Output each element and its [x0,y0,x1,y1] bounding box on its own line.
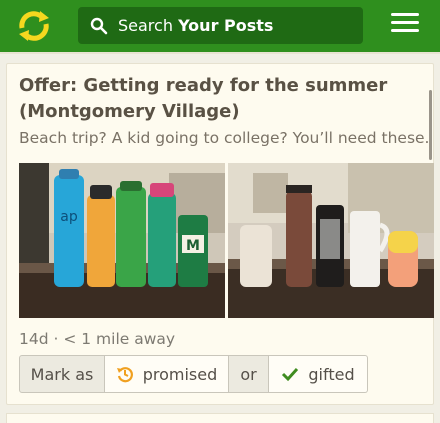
status-button-group: Mark as promised or gifted [19,355,368,393]
search-bar[interactable]: Search Your Posts [78,7,363,44]
gifted-button[interactable]: gifted [269,355,368,393]
post-meta: 14d · < 1 mile away [19,330,176,348]
logo-icon[interactable] [14,6,54,46]
checkmark-icon [282,367,299,382]
search-placeholder: Search Your Posts [118,16,274,35]
post-photo-bottles[interactable]: ap M [19,163,225,318]
top-bar: Search Your Posts [0,0,440,52]
bottles-image: ap M [19,163,225,318]
scrollbar[interactable] [429,90,432,160]
post-photo-tumblers[interactable] [228,163,434,318]
promised-button[interactable]: promised [105,355,229,393]
history-icon [116,367,133,383]
or-label: or [229,355,269,393]
next-post-card[interactable] [6,413,434,423]
hamburger-menu-icon[interactable] [391,13,419,39]
search-icon [90,17,108,34]
gifted-label: gifted [308,364,355,384]
post-description: Beach trip? A kid going to college? You’… [19,129,429,147]
post-title[interactable]: Offer: Getting ready for the summer (Mon… [19,73,419,125]
post-card[interactable]: Offer: Getting ready for the summer (Mon… [6,63,434,405]
promised-label: promised [142,364,218,384]
svg-text:ap: ap [60,209,78,225]
mark-as-label: Mark as [19,355,105,393]
svg-text:M: M [186,238,200,254]
tumblers-image [228,163,434,318]
divider [0,52,440,54]
